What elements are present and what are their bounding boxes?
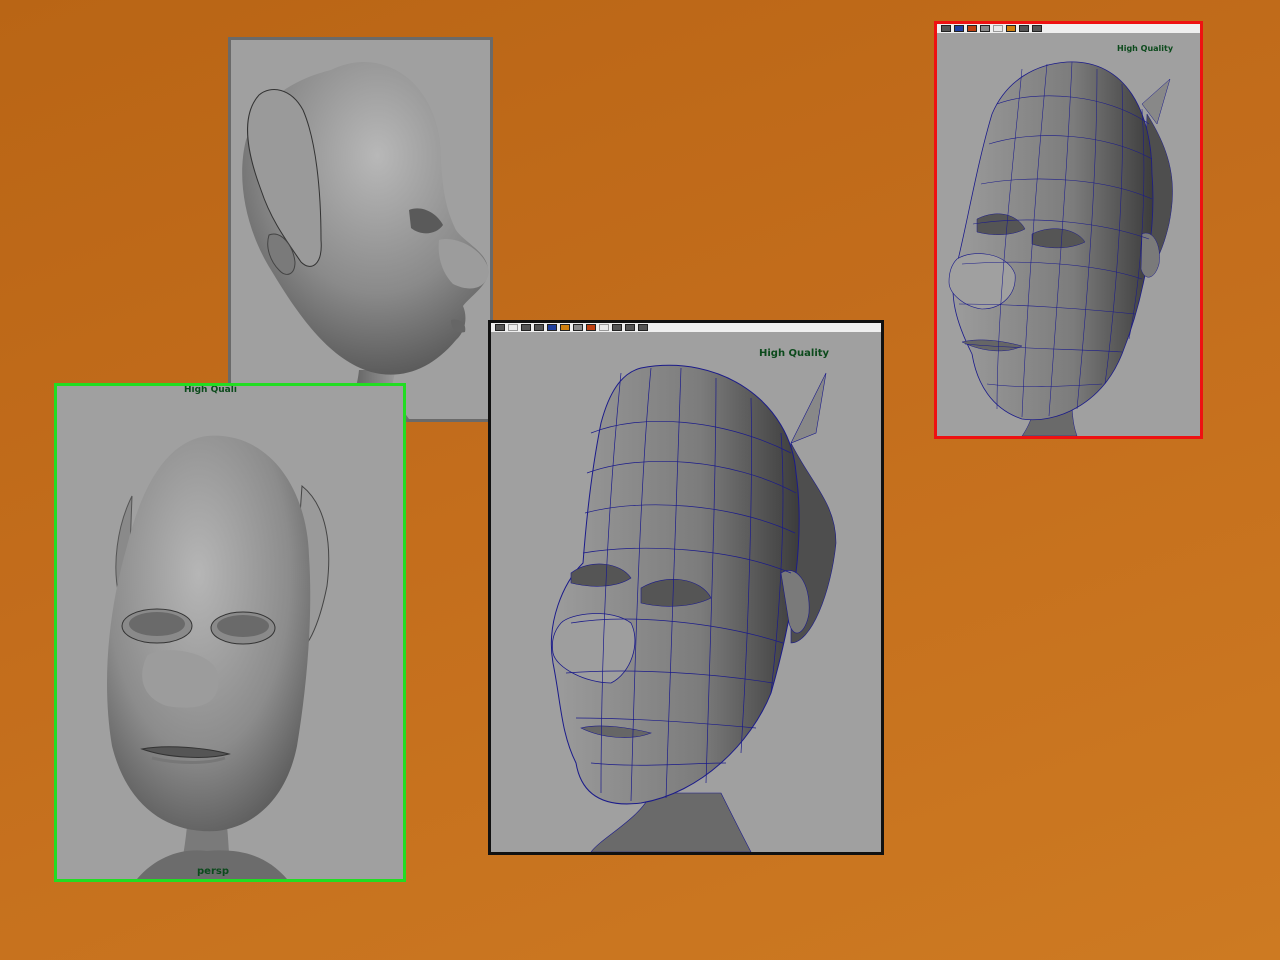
head-wireframe-small-render (948, 61, 1173, 436)
viewport-wireframe-center[interactable]: High Quality (488, 320, 884, 855)
hud-quality-label: High Quality (759, 348, 830, 359)
head-wireframe-render (550, 364, 837, 852)
head-side-render (242, 62, 489, 419)
hud-quality-label: High Quality (1117, 44, 1174, 53)
camera-label: persp (197, 866, 229, 877)
hud-quality-label: High Quali (184, 385, 237, 395)
viewport-front[interactable]: High Quali persp (54, 383, 406, 882)
viewport-side[interactable] (228, 37, 493, 422)
head-front-render (107, 435, 330, 879)
viewport-wireframe-right[interactable]: High Quality (934, 21, 1203, 439)
